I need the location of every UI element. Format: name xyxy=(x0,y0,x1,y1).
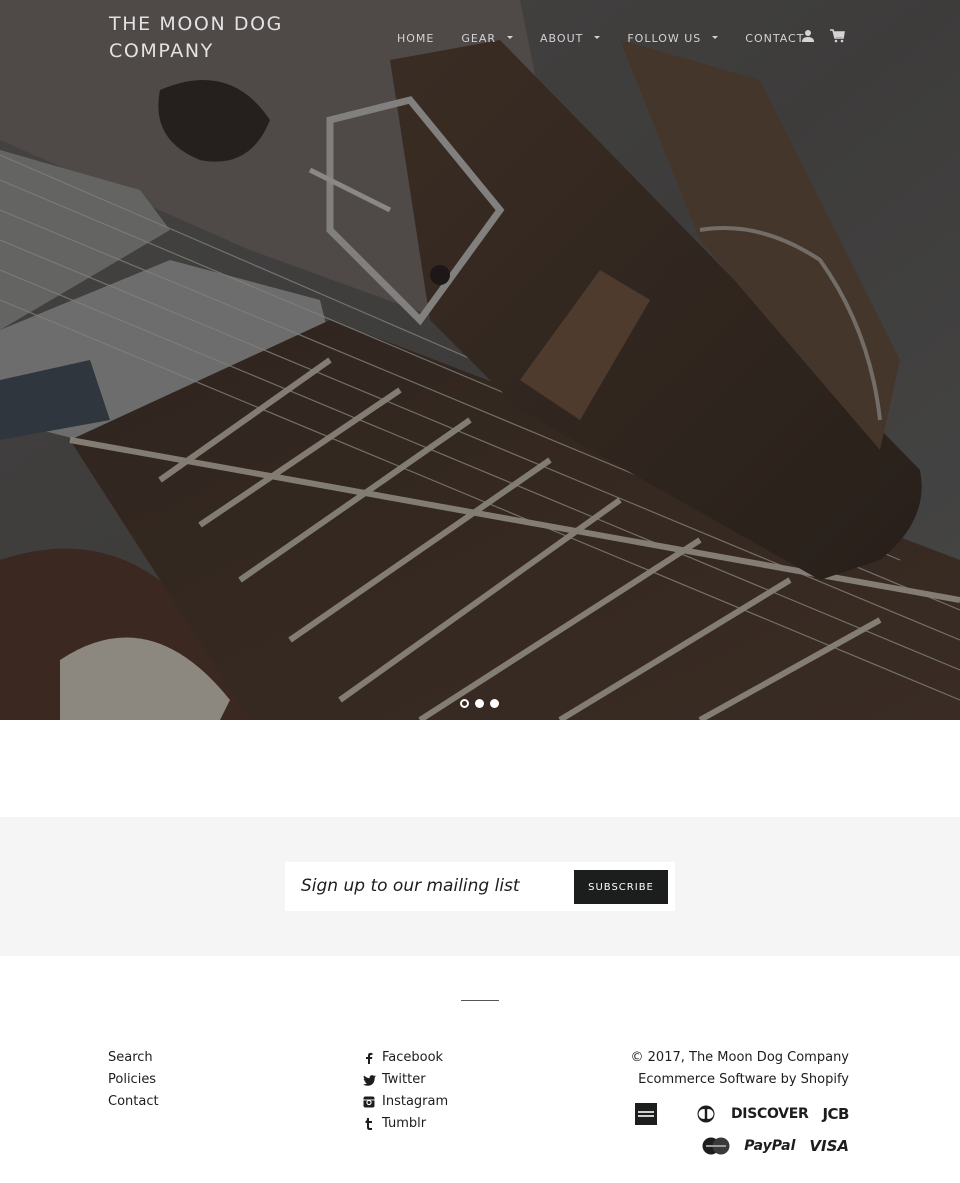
nav-item-gear[interactable]: GEAR xyxy=(461,31,514,45)
newsletter-section: SUBSCRIBE xyxy=(0,817,960,956)
twitter-icon xyxy=(362,1073,376,1087)
diners-club-icon xyxy=(695,1104,717,1124)
slideshow-pagination xyxy=(460,699,499,708)
social-link-facebook[interactable]: Facebook xyxy=(362,1047,448,1069)
payment-icons-row-1: DISCOVER JCB xyxy=(631,1103,849,1125)
discover-icon: DISCOVER xyxy=(730,1106,809,1122)
footer-link-search[interactable]: Search xyxy=(108,1047,159,1069)
subscribe-button[interactable]: SUBSCRIBE xyxy=(574,870,668,904)
payment-icons-row-2: PayPal VISA xyxy=(631,1136,849,1156)
caret-down-icon xyxy=(507,35,514,39)
caret-down-icon xyxy=(594,35,601,39)
nav-label: ABOUT xyxy=(540,31,584,45)
nav-item-follow-us[interactable]: FOLLOW US xyxy=(627,31,719,45)
hero-overlay xyxy=(0,0,960,720)
powered-by: Ecommerce Software by Shopify xyxy=(631,1069,849,1091)
nav-label: CONTACT xyxy=(745,31,805,45)
slide-dot-1[interactable] xyxy=(460,699,469,708)
footer-legal: © 2017, The Moon Dog Company Ecommerce S… xyxy=(631,1047,850,1156)
jcb-icon: JCB xyxy=(822,1105,849,1123)
paypal-icon: PayPal xyxy=(744,1138,796,1154)
main-nav: HOME GEAR ABOUT FOLLOW US CONTACT xyxy=(397,30,831,46)
footer-link-contact[interactable]: Contact xyxy=(108,1091,159,1113)
hero-slideshow: THE MOON DOG COMPANY HOME GEAR ABOUT FOL… xyxy=(0,0,960,720)
footer-divider xyxy=(461,1000,499,1001)
site-logo[interactable]: THE MOON DOG COMPANY xyxy=(109,11,369,65)
social-label: Tumblr xyxy=(382,1116,427,1131)
copyright-prefix: © 2017, xyxy=(630,1050,689,1065)
nav-label: FOLLOW US xyxy=(627,31,702,45)
slide-dot-3[interactable] xyxy=(490,699,499,708)
email-input[interactable] xyxy=(301,871,571,901)
footer-social: Facebook Twitter Instagram Tumblr xyxy=(362,1047,448,1135)
caret-down-icon xyxy=(712,35,719,39)
company-link[interactable]: The Moon Dog Company xyxy=(689,1050,849,1065)
facebook-icon xyxy=(362,1051,376,1065)
social-link-tumblr[interactable]: Tumblr xyxy=(362,1113,448,1135)
social-label: Facebook xyxy=(382,1050,444,1065)
nav-item-contact[interactable]: CONTACT xyxy=(745,32,804,45)
mastercard-icon xyxy=(702,1136,730,1156)
powered-by-link[interactable]: Ecommerce Software by Shopify xyxy=(638,1072,849,1087)
social-link-twitter[interactable]: Twitter xyxy=(362,1069,448,1091)
social-link-instagram[interactable]: Instagram xyxy=(362,1091,448,1113)
social-label: Twitter xyxy=(382,1072,426,1087)
nav-item-about[interactable]: ABOUT xyxy=(540,31,601,45)
slide-dot-2[interactable] xyxy=(475,699,484,708)
account-icon[interactable] xyxy=(801,28,817,44)
social-label: Instagram xyxy=(382,1094,449,1109)
footer-link-policies[interactable]: Policies xyxy=(108,1069,159,1091)
instagram-icon xyxy=(362,1095,376,1109)
nav-label: GEAR xyxy=(461,31,497,45)
cart-icon[interactable] xyxy=(830,28,846,44)
nav-item-home[interactable]: HOME xyxy=(397,32,434,45)
visa-icon: VISA xyxy=(809,1137,849,1155)
newsletter-form: SUBSCRIBE xyxy=(285,862,675,911)
tumblr-icon xyxy=(362,1117,376,1131)
amex-icon xyxy=(634,1103,657,1125)
footer-links: Search Policies Contact xyxy=(108,1047,159,1113)
copyright: © 2017, The Moon Dog Company xyxy=(631,1047,849,1069)
nav-label: HOME xyxy=(397,31,435,45)
